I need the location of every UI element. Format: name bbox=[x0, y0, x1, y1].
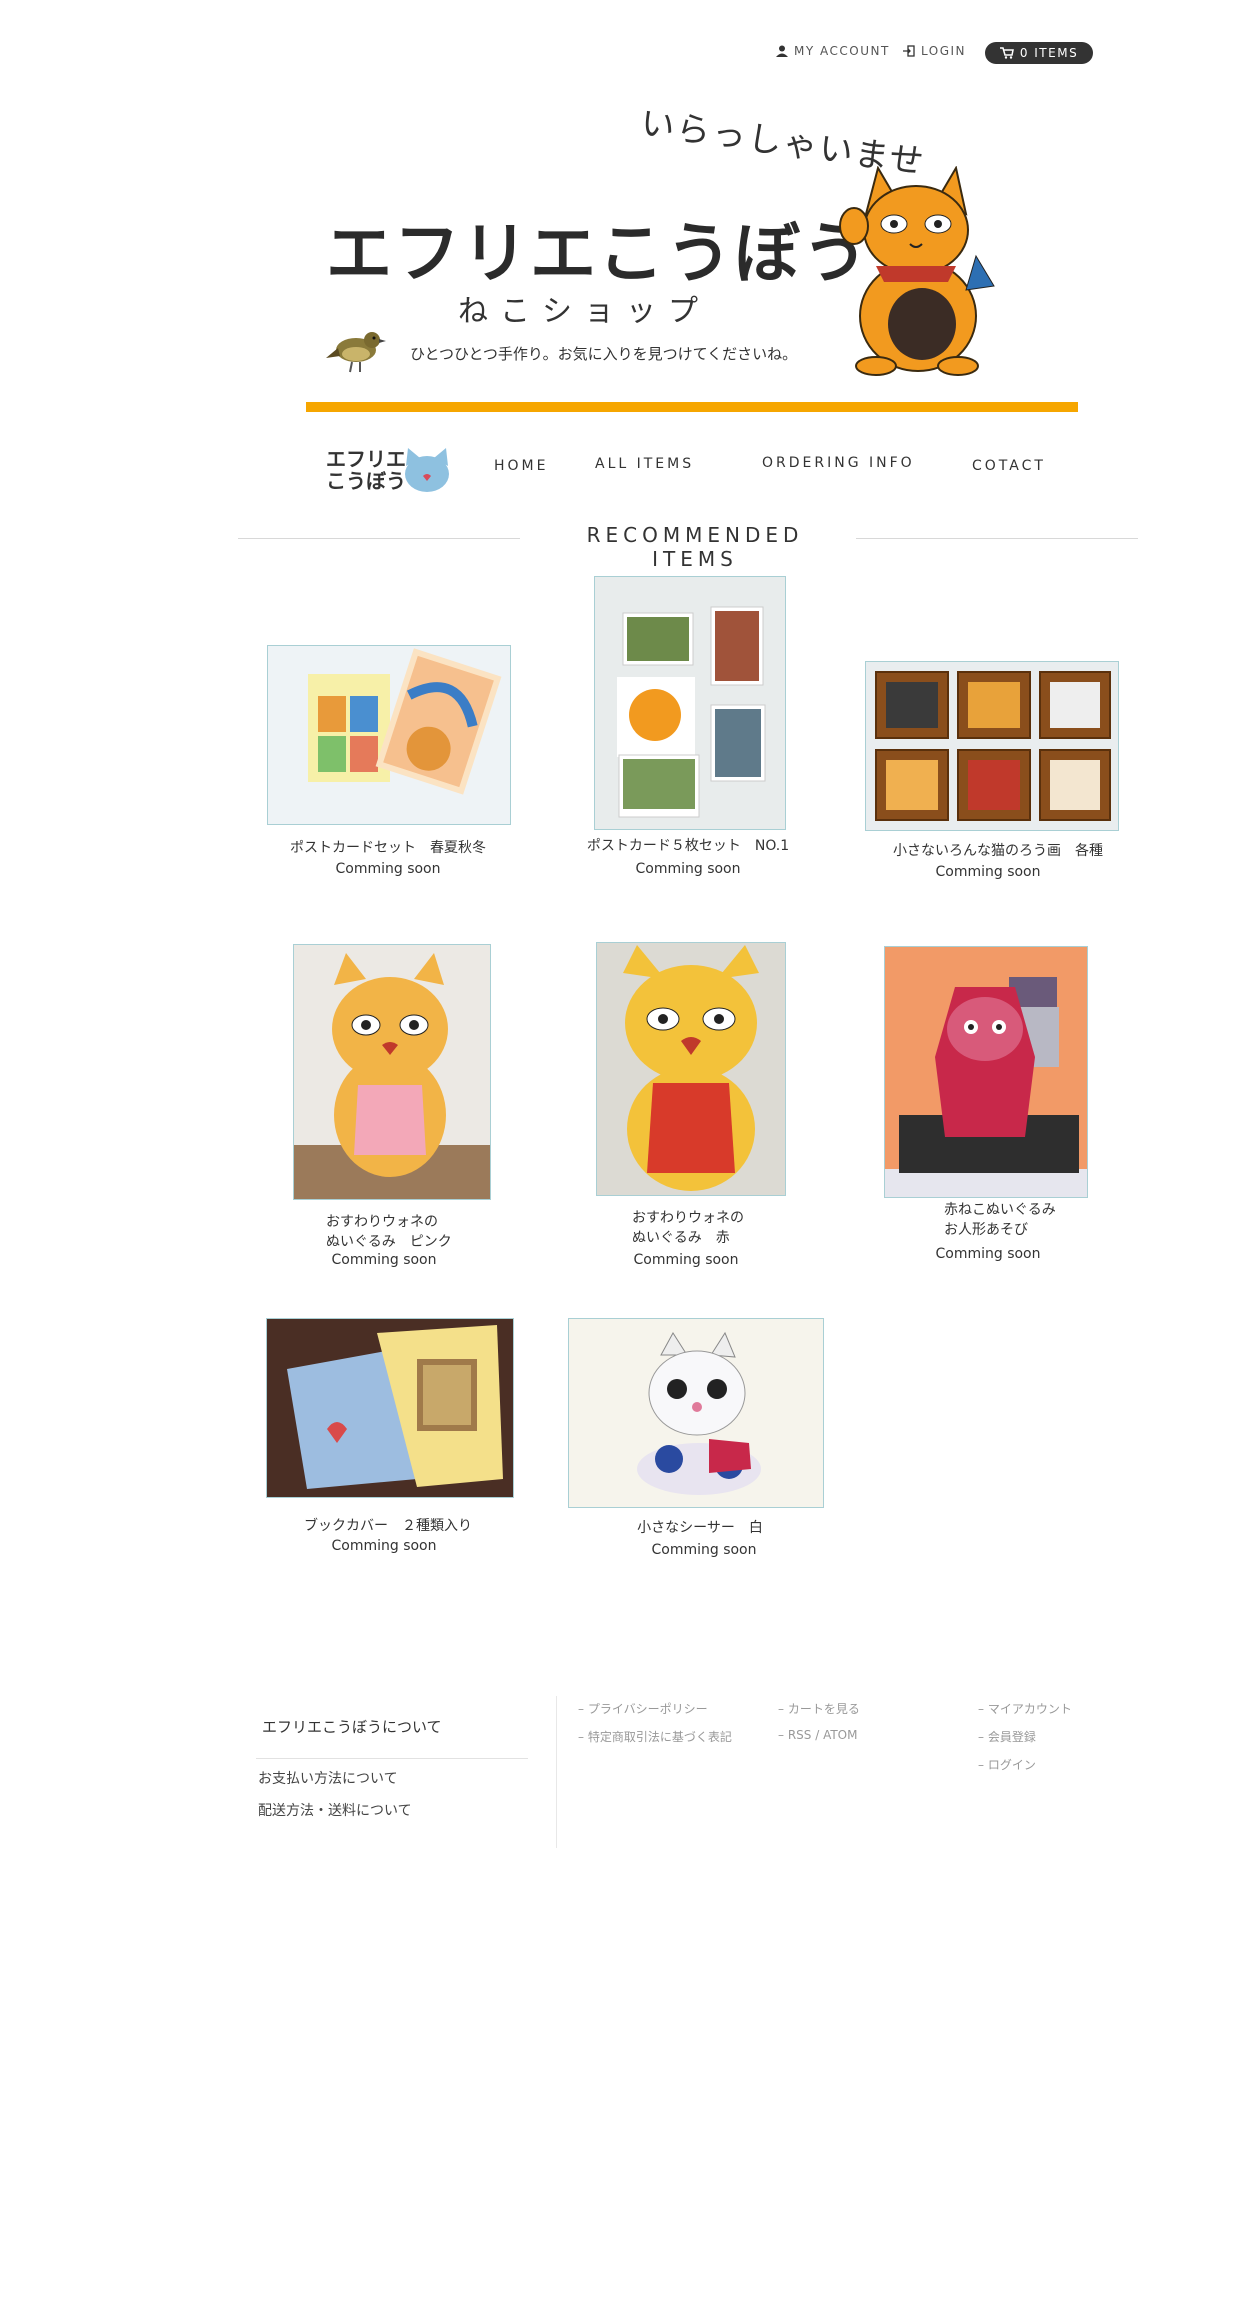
user-icon bbox=[776, 45, 788, 57]
section-title: RECOMMENDED ITEMS bbox=[586, 523, 804, 571]
product-status: Comming soon bbox=[651, 1542, 757, 1558]
product-status: Comming soon bbox=[935, 1246, 1041, 1262]
footer-myaccount-label: マイアカウント bbox=[987, 1702, 1072, 1716]
login-icon bbox=[903, 45, 915, 57]
shop-title[interactable]: エフリエこうぼう bbox=[326, 200, 870, 296]
footer-shipping-link[interactable]: 配送方法・送料について bbox=[258, 1800, 412, 1820]
nav-logo-line2: こうぼう bbox=[326, 469, 406, 493]
nav-ordering-info[interactable]: ORDERING INFO bbox=[762, 455, 915, 471]
bird-illustration bbox=[326, 332, 386, 373]
footer-rss-link[interactable]: – RSS / ATOM bbox=[778, 1728, 857, 1742]
shop-tagline: ひとつひとつ手作り。お気に入りを見つけてくださいね。 bbox=[410, 345, 798, 363]
footer-about-title: エフリエこうぼうについて bbox=[262, 1718, 442, 1736]
footer-myaccount-link[interactable]: – マイアカウント bbox=[978, 1700, 1072, 1717]
footer-privacy-label: プライバシーポリシー bbox=[587, 1702, 708, 1716]
product-image[interactable] bbox=[865, 661, 1119, 831]
product-status: Comming soon bbox=[331, 1538, 437, 1554]
footer-legal-label: 特定商取引法に基づく表記 bbox=[587, 1730, 732, 1744]
footer-cart-label: カートを見る bbox=[787, 1702, 860, 1716]
my-account-label: MY ACCOUNT bbox=[794, 44, 890, 58]
product-image[interactable] bbox=[568, 1318, 824, 1508]
product-status: Comming soon bbox=[633, 1252, 739, 1268]
product-image[interactable] bbox=[293, 944, 491, 1200]
nav-contact[interactable]: COTACT bbox=[972, 458, 1046, 474]
section-divider-left bbox=[238, 538, 520, 539]
product-status: Comming soon bbox=[335, 861, 441, 877]
cart-count: 0 ITEMS bbox=[1019, 46, 1079, 60]
product-name[interactable]: ブックカバー ２種類入り bbox=[240, 1516, 536, 1536]
product-status: Comming soon bbox=[331, 1252, 437, 1268]
product-name[interactable]: 赤ねこぬいぐるみ お人形あそび bbox=[840, 1200, 1136, 1240]
footer-payment-link[interactable]: お支払い方法について bbox=[258, 1768, 398, 1788]
product-name[interactable]: 小さないろんな猫のろう画 各種 bbox=[850, 841, 1146, 861]
cart-button[interactable]: 0 ITEMS bbox=[985, 42, 1093, 64]
product-image[interactable] bbox=[266, 1318, 514, 1498]
product-status: Comming soon bbox=[635, 861, 741, 877]
product-image[interactable] bbox=[267, 645, 511, 825]
cat-face-icon bbox=[405, 448, 449, 492]
product-image[interactable] bbox=[596, 942, 786, 1196]
section-divider-right bbox=[856, 538, 1138, 539]
footer-cart-link[interactable]: – カートを見る bbox=[778, 1700, 860, 1717]
login-link[interactable]: LOGIN bbox=[903, 44, 966, 58]
product-image[interactable] bbox=[884, 946, 1088, 1198]
footer-legal-link[interactable]: – 特定商取引法に基づく表記 bbox=[578, 1728, 732, 1745]
product-status: Comming soon bbox=[935, 864, 1041, 880]
footer-login-label: ログイン bbox=[987, 1758, 1036, 1772]
product-image[interactable] bbox=[594, 576, 786, 830]
product-name[interactable]: ポストカード５枚セット NO.1 bbox=[540, 836, 836, 856]
footer-register-link[interactable]: – 会員登録 bbox=[978, 1728, 1036, 1745]
header-divider-bar bbox=[306, 402, 1078, 412]
nav-all-items[interactable]: ALL ITEMS bbox=[595, 456, 694, 472]
cart-icon bbox=[999, 47, 1014, 59]
nav-logo-line1: エフリエ bbox=[326, 447, 406, 471]
footer-divider bbox=[256, 1758, 528, 1759]
footer-rss-label: RSS / ATOM bbox=[787, 1728, 858, 1742]
footer-vertical-divider bbox=[556, 1696, 557, 1848]
product-name[interactable]: 小さなシーサー 白 bbox=[552, 1518, 848, 1538]
maneki-cat-illustration bbox=[839, 166, 995, 376]
shop-subtitle: ねこショップ bbox=[458, 294, 710, 329]
product-name[interactable]: おすわりウォネの ぬいぐるみ 赤 bbox=[540, 1208, 836, 1248]
nav-home[interactable]: HOME bbox=[494, 458, 548, 474]
footer-login-link[interactable]: – ログイン bbox=[978, 1756, 1036, 1773]
my-account-link[interactable]: MY ACCOUNT bbox=[776, 44, 890, 58]
footer-register-label: 会員登録 bbox=[987, 1730, 1036, 1744]
product-name[interactable]: おすわりウォネの ぬいぐるみ ピンク bbox=[240, 1212, 536, 1252]
nav-logo[interactable]: エフリエ こうぼう bbox=[326, 448, 406, 492]
footer-privacy-link[interactable]: – プライバシーポリシー bbox=[578, 1700, 708, 1717]
product-name[interactable]: ポストカードセット 春夏秋冬 bbox=[240, 838, 536, 858]
login-label: LOGIN bbox=[921, 44, 967, 58]
